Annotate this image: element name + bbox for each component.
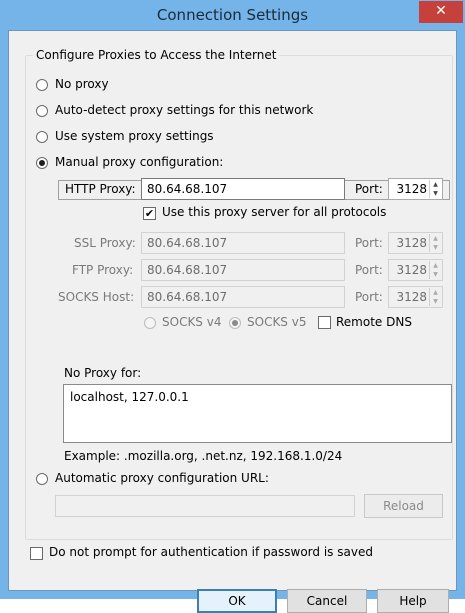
- http-proxy-input[interactable]: 80.64.68.107: [141, 178, 345, 200]
- connection-settings-window: Connection Settings ✕ Configure Proxies …: [0, 0, 465, 613]
- socks-port-value: 3128: [396, 290, 427, 304]
- no-proxy-label[interactable]: No proxy: [55, 77, 109, 91]
- group-label: Configure Proxies to Access the Internet: [33, 48, 280, 62]
- socks-v4-radio[interactable]: [144, 317, 156, 329]
- socks-v5-radio[interactable]: [229, 317, 241, 329]
- ftp-port-spinner[interactable]: 3128 ▲ ▼: [388, 259, 443, 281]
- no-proxy-for-textarea[interactable]: localhost, 127.0.0.1: [63, 384, 452, 443]
- http-port-value: 3128: [396, 182, 427, 196]
- ftp-port-label: Port:: [355, 263, 383, 277]
- no-prompt-checkbox[interactable]: [30, 547, 43, 560]
- ok-button[interactable]: OK: [197, 589, 277, 613]
- close-button[interactable]: ✕: [419, 1, 463, 23]
- socks-v4-label[interactable]: SOCKS v4: [162, 315, 221, 329]
- reload-button[interactable]: Reload: [364, 494, 443, 518]
- ssl-port-label: Port:: [355, 236, 383, 250]
- auto-detect-label[interactable]: Auto-detect proxy settings for this netw…: [55, 103, 313, 117]
- manual-proxy-radio[interactable]: [36, 157, 48, 169]
- auto-url-label[interactable]: Automatic proxy configuration URL:: [55, 471, 269, 485]
- dialog-body: Configure Proxies to Access the Internet…: [8, 30, 457, 613]
- ssl-port-value: 3128: [396, 236, 427, 250]
- no-proxy-for-label: No Proxy for:: [64, 366, 142, 380]
- auto-detect-radio[interactable]: [36, 105, 48, 117]
- remote-dns-label[interactable]: Remote DNS: [336, 315, 412, 329]
- no-proxy-example: Example: .mozilla.org, .net.nz, 192.168.…: [64, 449, 343, 463]
- use-for-all-label[interactable]: Use this proxy server for all protocols: [162, 205, 386, 219]
- socks-host-label: SOCKS Host:: [58, 290, 135, 304]
- ssl-proxy-label: SSL Proxy:: [74, 236, 136, 250]
- system-proxy-label[interactable]: Use system proxy settings: [55, 129, 214, 143]
- remote-dns-checkbox[interactable]: [318, 316, 331, 329]
- socks-v5-label[interactable]: SOCKS v5: [247, 315, 306, 329]
- cancel-button[interactable]: Cancel: [287, 589, 367, 613]
- spinner-arrows-icon[interactable]: ▲ ▼: [429, 234, 441, 252]
- ftp-port-value: 3128: [396, 263, 427, 277]
- socks-host-input[interactable]: 80.64.68.107: [141, 286, 345, 308]
- use-for-all-checkbox[interactable]: ✔: [143, 207, 156, 220]
- http-port-spinner[interactable]: 3128 ▲ ▼: [388, 178, 443, 200]
- ssl-port-spinner[interactable]: 3128 ▲ ▼: [388, 232, 443, 254]
- socks-port-spinner[interactable]: 3128 ▲ ▼: [388, 286, 443, 308]
- help-button[interactable]: Help: [377, 589, 449, 613]
- manual-proxy-label[interactable]: Manual proxy configuration:: [55, 155, 223, 169]
- window-title: Connection Settings: [156, 6, 309, 24]
- http-proxy-label: HTTP Proxy:: [65, 182, 136, 196]
- title-bar: Connection Settings ✕: [0, 0, 465, 30]
- system-proxy-radio[interactable]: [36, 131, 48, 143]
- http-port-label: Port:: [355, 182, 383, 196]
- no-proxy-radio[interactable]: [36, 79, 48, 91]
- auto-url-radio[interactable]: [36, 473, 48, 485]
- spinner-arrows-icon[interactable]: ▲ ▼: [429, 288, 441, 306]
- no-prompt-label[interactable]: Do not prompt for authentication if pass…: [49, 545, 373, 559]
- spinner-arrows-icon[interactable]: ▲ ▼: [429, 180, 441, 198]
- socks-port-label: Port:: [355, 290, 383, 304]
- ftp-proxy-input[interactable]: 80.64.68.107: [141, 259, 345, 281]
- ftp-proxy-label: FTP Proxy:: [72, 263, 134, 277]
- auto-url-input[interactable]: [55, 495, 355, 517]
- ssl-proxy-input[interactable]: 80.64.68.107: [141, 232, 345, 254]
- spinner-arrows-icon[interactable]: ▲ ▼: [429, 261, 441, 279]
